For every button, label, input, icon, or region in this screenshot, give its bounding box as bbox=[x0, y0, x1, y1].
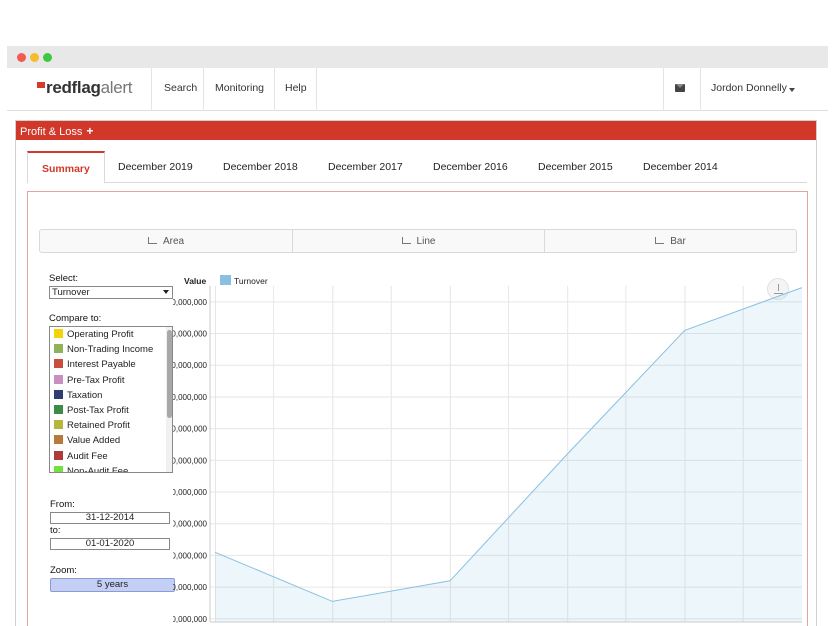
compare-item-label: Interest Payable bbox=[67, 359, 136, 371]
listbox-scrollbar[interactable] bbox=[166, 327, 172, 472]
color-swatch bbox=[54, 435, 63, 445]
compare-item[interactable]: Non-Trading Income bbox=[50, 342, 172, 357]
chart-tab-area[interactable]: Area bbox=[40, 230, 292, 252]
select-label: Select: bbox=[49, 273, 79, 284]
tab-summary[interactable]: Summary bbox=[27, 151, 105, 184]
tab-december-2016[interactable]: December 2016 bbox=[433, 151, 508, 183]
period-tabs: Summary December 2019 December 2018 Dece… bbox=[27, 151, 807, 184]
color-swatch bbox=[54, 450, 63, 460]
color-swatch bbox=[54, 374, 63, 384]
user-menu[interactable]: Jordon Donnelly bbox=[711, 82, 787, 94]
y-tick-label: 13,000,000,000 bbox=[173, 330, 208, 339]
tab-december-2018[interactable]: December 2018 bbox=[223, 151, 298, 183]
line-chart-icon bbox=[401, 237, 411, 244]
title-bar bbox=[7, 46, 828, 68]
expand-plus-icon[interactable]: + bbox=[86, 124, 93, 138]
panel-header: Profit & Loss + bbox=[16, 121, 816, 140]
nav-search[interactable]: Search bbox=[164, 82, 197, 94]
y-tick-label: 12,600,000,000 bbox=[173, 393, 208, 402]
chart-tab-line[interactable]: Line bbox=[292, 230, 544, 252]
compare-item[interactable]: Post-Tax Profit bbox=[50, 403, 172, 418]
close-window-icon[interactable] bbox=[17, 53, 26, 62]
color-swatch bbox=[54, 465, 63, 472]
scrollbar-thumb[interactable] bbox=[167, 330, 172, 418]
compare-item-label: Non-Trading Income bbox=[67, 344, 154, 356]
color-swatch bbox=[54, 389, 63, 399]
y-tick-label: 13,200,000,000 bbox=[173, 298, 208, 307]
compare-item-label: Retained Profit bbox=[67, 420, 130, 432]
compare-label: Compare to: bbox=[49, 313, 102, 324]
compare-listbox[interactable]: Operating Profit Non-Trading Income Intere… bbox=[49, 326, 173, 473]
minimize-window-icon[interactable] bbox=[30, 53, 39, 62]
y-tick-label: 12,800,000,000 bbox=[173, 361, 208, 370]
compare-item-label: Value Added bbox=[67, 435, 121, 447]
compare-item-label: Pre-Tax Profit bbox=[67, 374, 125, 386]
metric-select[interactable]: Turnover bbox=[49, 286, 173, 299]
compare-item-label: Taxation bbox=[67, 389, 103, 401]
maximize-window-icon[interactable] bbox=[43, 53, 52, 62]
from-date-input[interactable]: 31-12-2014 bbox=[50, 512, 170, 524]
y-tick-label: 11,800,000,000 bbox=[173, 520, 208, 529]
compare-item[interactable]: Audit Fee bbox=[50, 449, 172, 464]
y-tick-label: 11,600,000,000 bbox=[173, 551, 208, 560]
compare-item-label: Operating Profit bbox=[67, 329, 134, 340]
summary-content: Area Line Bar Select: Turnover Compare t… bbox=[27, 191, 808, 626]
zoom-label: Zoom: bbox=[50, 565, 77, 576]
tab-december-2017[interactable]: December 2017 bbox=[328, 151, 403, 183]
profit-loss-panel: Profit & Loss + Summary December 2019 Dec… bbox=[15, 120, 817, 626]
turnover-chart: Value Turnover 11,200,000,00011,400,000,… bbox=[173, 272, 809, 626]
compare-item[interactable]: Taxation bbox=[50, 388, 172, 403]
browser-window: redflagalert Search Monitoring Help Jord… bbox=[7, 46, 828, 626]
y-tick-label: 11,200,000,000 bbox=[173, 615, 208, 624]
compare-item[interactable]: Operating Profit bbox=[50, 327, 172, 342]
nav-help[interactable]: Help bbox=[285, 82, 307, 94]
mail-icon[interactable] bbox=[675, 84, 685, 92]
to-date-input[interactable]: 01-01-2020 bbox=[50, 538, 170, 550]
from-label: From: bbox=[50, 499, 75, 510]
compare-item[interactable]: Retained Profit bbox=[50, 418, 172, 433]
tab-december-2019[interactable]: December 2019 bbox=[118, 151, 193, 183]
color-swatch bbox=[54, 404, 63, 414]
color-swatch bbox=[54, 329, 63, 338]
chevron-down-icon bbox=[163, 290, 169, 294]
flag-icon bbox=[37, 82, 45, 88]
y-tick-label: 12,200,000,000 bbox=[173, 456, 208, 465]
brand-logo[interactable]: redflagalert bbox=[37, 78, 132, 100]
color-swatch bbox=[54, 420, 63, 430]
chart-tab-bar[interactable]: Bar bbox=[544, 230, 796, 252]
y-tick-label: 12,400,000,000 bbox=[173, 425, 208, 434]
to-label: to: bbox=[50, 525, 61, 536]
compare-item[interactable]: Non-Audit Fee bbox=[50, 464, 172, 473]
bar-chart-icon bbox=[655, 237, 665, 244]
color-swatch bbox=[54, 344, 63, 354]
tab-december-2015[interactable]: December 2015 bbox=[538, 151, 613, 183]
top-navbar: redflagalert Search Monitoring Help Jord… bbox=[7, 68, 828, 111]
compare-item-label: Non-Audit Fee bbox=[67, 465, 129, 473]
y-tick-label: 11,400,000,000 bbox=[173, 583, 208, 592]
compare-item-label: Audit Fee bbox=[67, 450, 108, 462]
compare-item[interactable]: Value Added bbox=[50, 433, 172, 448]
compare-item[interactable]: Pre-Tax Profit bbox=[50, 373, 172, 388]
zoom-button[interactable]: 5 years bbox=[50, 578, 175, 592]
color-swatch bbox=[54, 359, 63, 369]
compare-item-label: Post-Tax Profit bbox=[67, 404, 129, 416]
tab-december-2014[interactable]: December 2014 bbox=[643, 151, 718, 183]
chart-type-tabs: Area Line Bar bbox=[39, 229, 797, 253]
y-tick-label: 12,000,000,000 bbox=[173, 488, 208, 497]
panel-title: Profit & Loss bbox=[20, 126, 83, 138]
nav-monitoring[interactable]: Monitoring bbox=[215, 82, 264, 94]
chevron-down-icon[interactable] bbox=[789, 88, 795, 92]
area-chart-icon bbox=[147, 237, 157, 244]
chart-svg: 11,200,000,000 11,400,000,000 11,600,000,0… bbox=[173, 286, 803, 624]
compare-item[interactable]: Interest Payable bbox=[50, 357, 172, 372]
